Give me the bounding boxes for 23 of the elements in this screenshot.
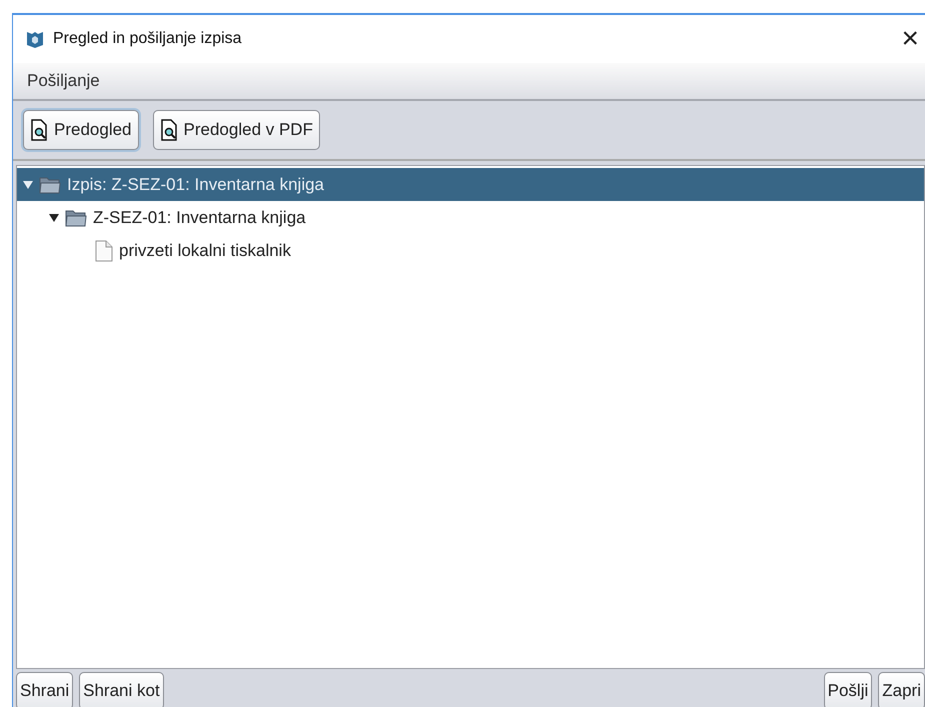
preview-button[interactable]: Predogled (23, 110, 139, 150)
expand-toggle-icon[interactable] (23, 180, 33, 190)
expand-toggle-icon[interactable] (49, 212, 59, 222)
folder-icon (39, 176, 61, 194)
preview-button[interactable]: Predogled v PDF (152, 110, 320, 150)
document-magnifier-icon (160, 119, 180, 141)
document-magnifier-icon (30, 119, 50, 141)
tree-item-label: Z-SEZ-01: Inventarna knjiga (93, 206, 306, 229)
save-button[interactable]: Shrani kot (79, 672, 164, 707)
close-button[interactable]: × (901, 24, 919, 54)
document-icon (95, 240, 113, 262)
tree-item[interactable]: Izpis: Z-SEZ-01: Inventarna knjiga (17, 168, 924, 201)
tree-item-label: Izpis: Z-SEZ-01: Inventarna knjiga (67, 174, 324, 196)
tree-item-label: privzeti lokalni tiskalnik (119, 240, 291, 262)
folder-icon (65, 208, 87, 226)
app-logo-icon (25, 29, 45, 49)
window-title: Pregled in pošiljanje izpisa (53, 29, 242, 49)
dialog-button[interactable]: Zapri (878, 672, 925, 707)
tree-item[interactable]: Z-SEZ-01: Inventarna knjiga (17, 201, 924, 234)
tree-item[interactable]: privzeti lokalni tiskalnik (17, 234, 924, 267)
dialog-button[interactable]: Pošlji (824, 672, 872, 707)
menu-item[interactable]: Pošiljanje (27, 68, 100, 94)
save-button[interactable]: Shrani (16, 672, 74, 707)
